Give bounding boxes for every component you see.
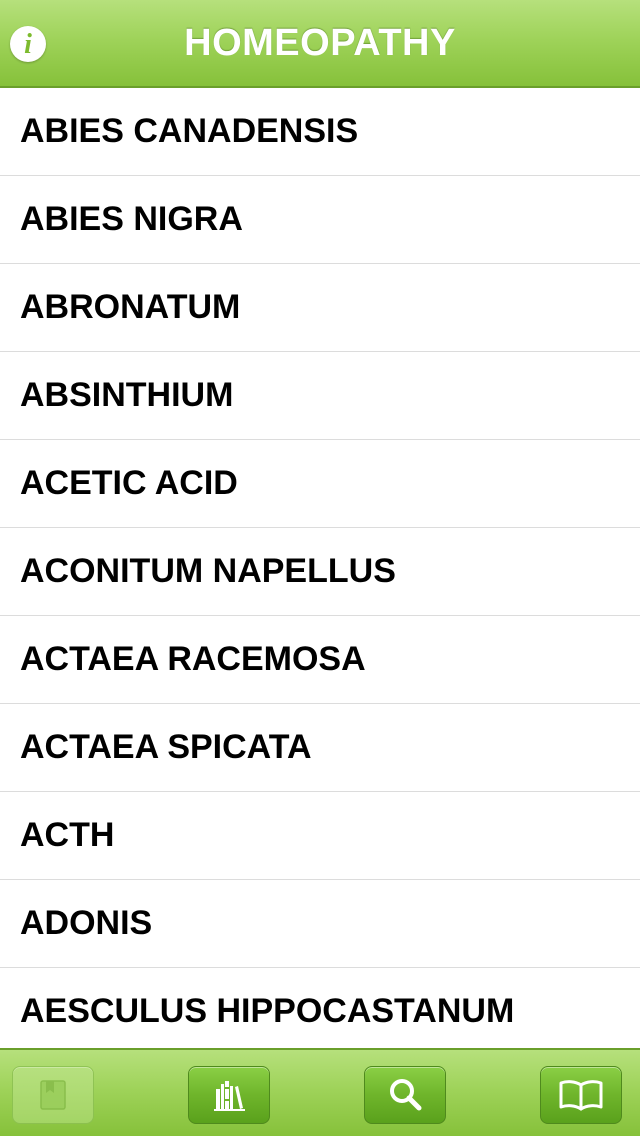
list-item-label: ADONIS	[20, 904, 153, 942]
open-book-icon	[559, 1080, 603, 1111]
search-icon	[390, 1079, 422, 1111]
list-item-label: ACTAEA RACEMOSA	[20, 640, 366, 678]
app-screen: HOMEOPATHY i ABIES CANADENSIS ABIES NIGR…	[0, 0, 640, 1136]
list-item-label: ABSINTHIUM	[20, 376, 234, 414]
list-item[interactable]: ABRONATUM	[0, 264, 640, 352]
read-button[interactable]	[540, 1066, 622, 1124]
list-item-label: ABIES CANADENSIS	[20, 112, 359, 150]
list-item[interactable]: ACTAEA SPICATA	[0, 704, 640, 792]
list-item[interactable]: ACONITUM NAPELLUS	[0, 528, 640, 616]
list-item-label: ACONITUM NAPELLUS	[20, 552, 396, 590]
list-item[interactable]: ABIES NIGRA	[0, 176, 640, 264]
bookmarks-button[interactable]	[12, 1066, 94, 1124]
info-icon: i	[24, 28, 32, 60]
list-item-label: ACTAEA SPICATA	[20, 728, 312, 766]
list-item[interactable]: ADONIS	[0, 880, 640, 968]
bottom-toolbar	[0, 1048, 640, 1136]
list-item[interactable]: ABIES CANADENSIS	[0, 88, 640, 176]
bookmark-book-icon	[40, 1080, 66, 1110]
list-item[interactable]: ABSINTHIUM	[0, 352, 640, 440]
library-icon	[214, 1081, 245, 1111]
list-item-label: AESCULUS HIPPOCASTANUM	[20, 992, 515, 1030]
list-item[interactable]: ACETIC ACID	[0, 440, 640, 528]
list-item-label: ACETIC ACID	[20, 464, 238, 502]
search-button[interactable]	[364, 1066, 446, 1124]
list-item[interactable]: ACTH	[0, 792, 640, 880]
info-button[interactable]: i	[10, 26, 46, 62]
library-button[interactable]	[188, 1066, 270, 1124]
navigation-bar: HOMEOPATHY i	[0, 0, 640, 88]
page-title: HOMEOPATHY	[184, 22, 456, 64]
list-item-label: ABIES NIGRA	[20, 200, 243, 238]
list-item-label: ABRONATUM	[20, 288, 241, 326]
remedy-list[interactable]: ABIES CANADENSIS ABIES NIGRA ABRONATUM A…	[0, 88, 640, 1048]
list-item[interactable]: AESCULUS HIPPOCASTANUM	[0, 968, 640, 1048]
list-item-label: ACTH	[20, 816, 115, 854]
list-item[interactable]: ACTAEA RACEMOSA	[0, 616, 640, 704]
